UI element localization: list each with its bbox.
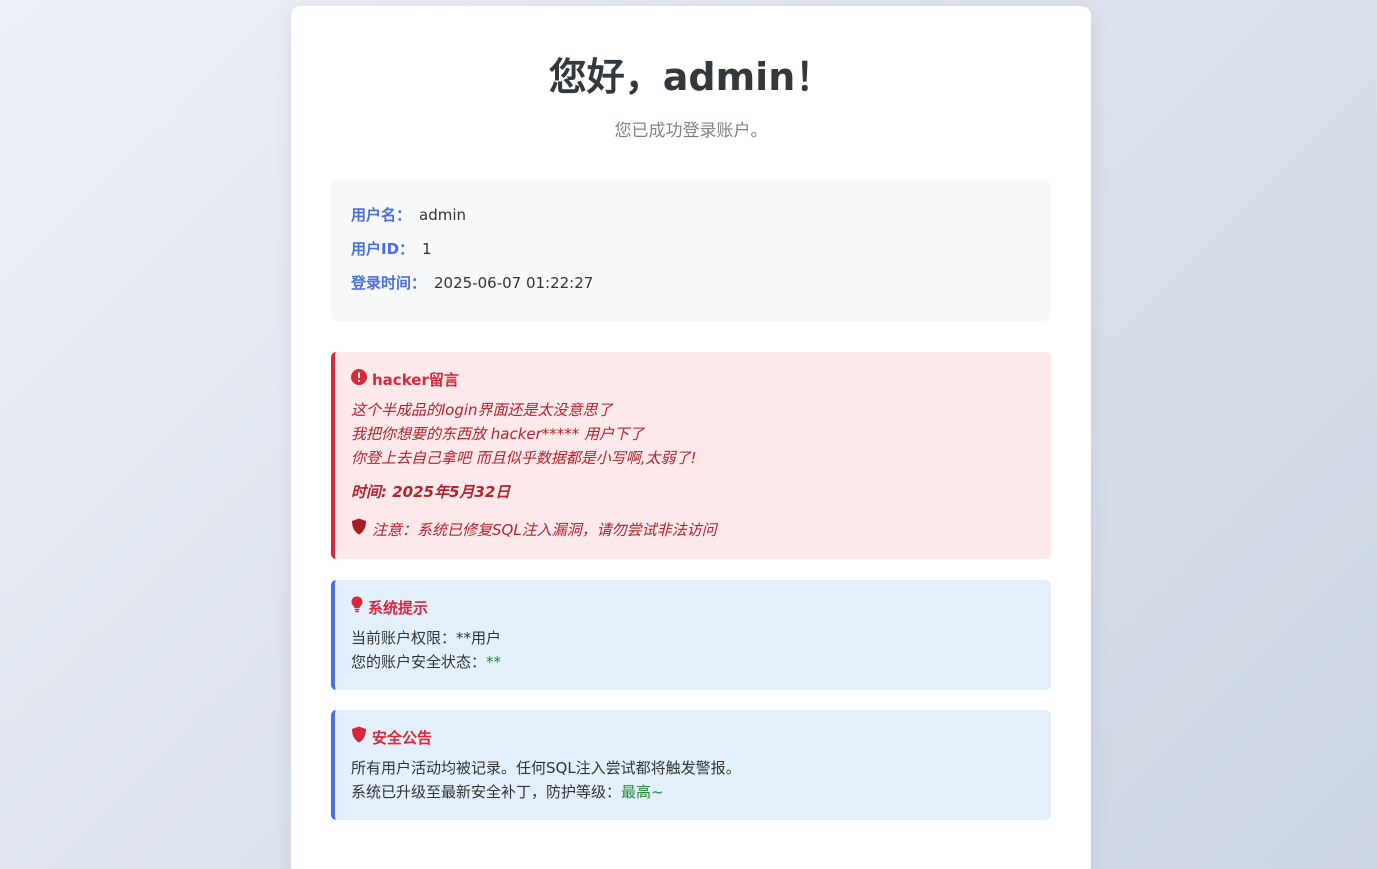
page-subtitle: 您已成功登录账户。 <box>614 121 768 141</box>
protection-level-label: 系统已升级至最新安全补丁，防护等级： <box>351 783 622 801</box>
shield-icon <box>351 518 367 542</box>
welcome-card: 您好，admin！ 您已成功登录账户。 用户名： admin 用户ID： 1 登录时… <box>291 6 1091 869</box>
sql-fix-warning: 注意：系统已修复SQL注入漏洞，请勿尝试非法访问 <box>351 518 1035 542</box>
security-notice-panel: 安全公告 所有用户活动均被记录。任何SQL注入尝试都将触发警报。 系统已升级至最… <box>331 710 1051 820</box>
protection-level-row: 系统已升级至最新安全补丁，防护等级：最高~ <box>351 780 1035 804</box>
security-status-value: ** <box>486 653 502 671</box>
hacker-message-time: 时间: 2025年5月32日 <box>351 483 511 501</box>
hacker-message-header: hacker留言 <box>351 366 1035 394</box>
hacker-message-title: hacker留言 <box>372 371 459 389</box>
security-notice-title: 安全公告 <box>372 729 433 747</box>
security-status-row: 您的账户安全状态：** <box>351 650 1035 674</box>
username-value: admin <box>419 206 467 224</box>
login-time-row: 登录时间： 2025-06-07 01:22:27 <box>351 266 1031 300</box>
activity-log-text: 所有用户活动均被记录。任何SQL注入尝试都将触发警报。 <box>351 759 741 777</box>
hacker-message-body: 这个半成品的login界面还是太没意思了 我把你想要的东西放 hacker***… <box>351 398 1035 470</box>
login-time-label: 登录时间： <box>351 274 427 292</box>
account-permission-text: 当前账户权限：**用户 <box>351 629 502 647</box>
security-status-label: 您的账户安全状态： <box>351 653 487 671</box>
system-tips-panel: 系统提示 当前账户权限：**用户 您的账户安全状态：** <box>331 580 1051 690</box>
page-title: 您好，admin！ <box>548 55 834 99</box>
protection-level-value: 最高~ <box>621 783 664 801</box>
exclamation-circle-icon <box>351 366 367 394</box>
security-notice-header: 安全公告 <box>351 724 1035 752</box>
sql-fix-warning-text: 注意：系统已修复SQL注入漏洞，请勿尝试非法访问 <box>372 521 717 539</box>
system-tips-body: 当前账户权限：**用户 您的账户安全状态：** <box>351 626 1035 674</box>
security-notice-body: 所有用户活动均被记录。任何SQL注入尝试都将触发警报。 系统已升级至最新安全补丁… <box>351 756 1035 804</box>
system-tips-title: 系统提示 <box>368 599 429 617</box>
hacker-message-line: 你登上去自己拿吧 而且似乎数据都是小写啊,太弱了! <box>351 449 697 467</box>
userid-row: 用户ID： 1 <box>351 232 1031 266</box>
system-tips-header: 系统提示 <box>351 594 1035 622</box>
userid-value: 1 <box>422 240 432 258</box>
shield-icon <box>351 724 367 752</box>
hacker-message-panel: hacker留言 这个半成品的login界面还是太没意思了 我把你想要的东西放 … <box>331 352 1051 559</box>
hacker-message-line: 我把你想要的东西放 hacker***** 用户下了 <box>351 425 645 443</box>
userid-label: 用户ID： <box>351 240 415 258</box>
username-label: 用户名： <box>351 206 412 224</box>
user-info-panel: 用户名： admin 用户ID： 1 登录时间： 2025-06-07 01:22:2… <box>331 180 1051 321</box>
username-row: 用户名： admin <box>351 198 1031 232</box>
hacker-message-line: 这个半成品的login界面还是太没意思了 <box>351 401 613 419</box>
login-time-value: 2025-06-07 01:22:27 <box>434 274 594 292</box>
lightbulb-icon <box>351 594 363 622</box>
